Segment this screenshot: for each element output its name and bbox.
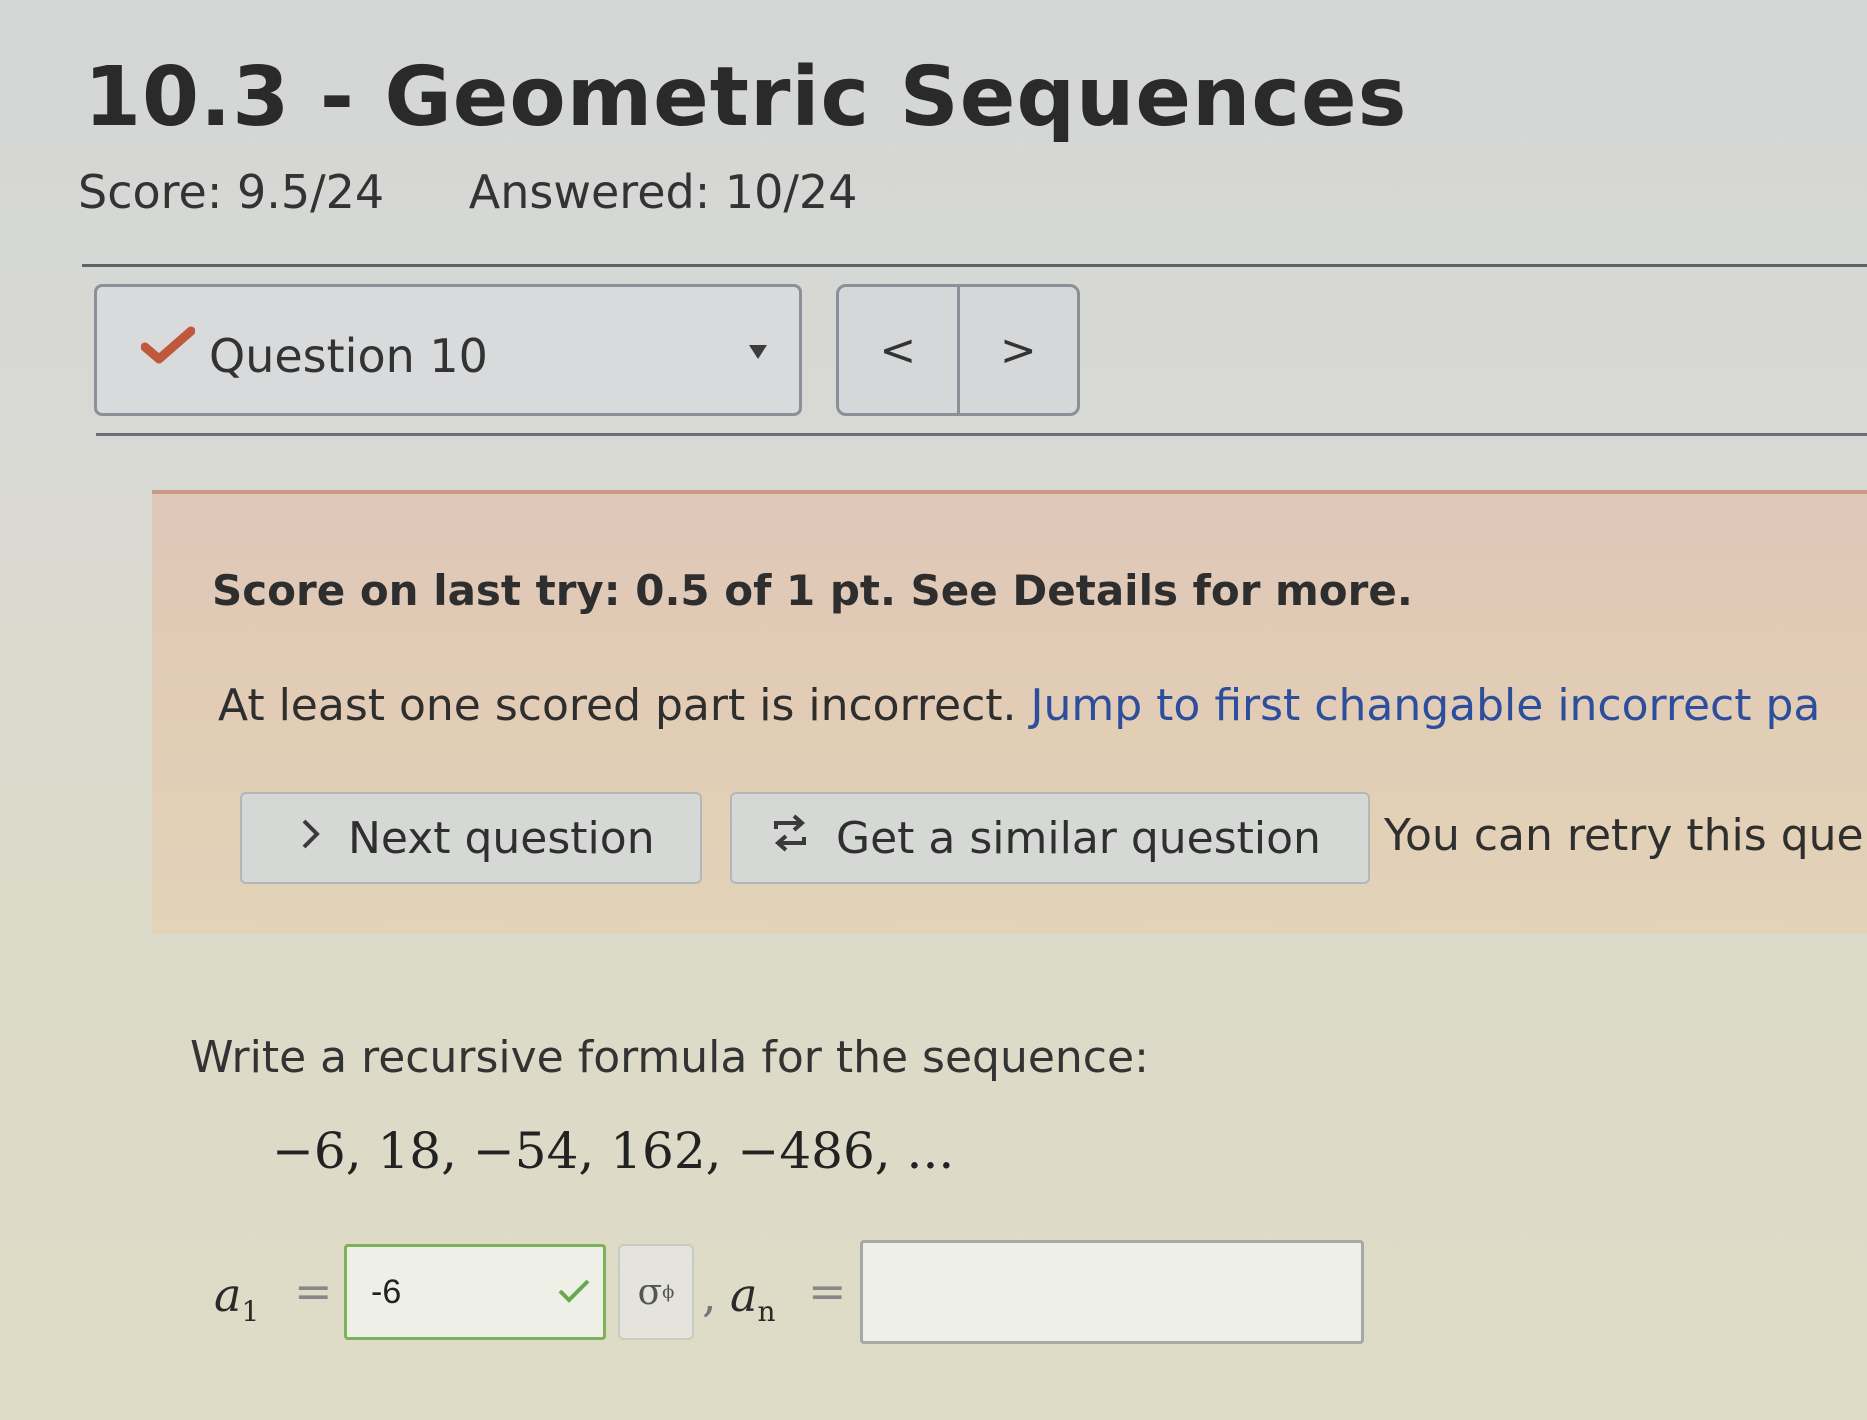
chevron-down-icon [749, 345, 767, 359]
a1-input[interactable]: -6 [344, 1244, 606, 1340]
incorrect-text: At least one scored part is incorrect. [218, 680, 1017, 731]
divider [96, 433, 1867, 436]
a1-label: a1 [214, 1268, 260, 1329]
comma: , [702, 1268, 717, 1322]
page-title: 10.3 - Geometric Sequences [84, 50, 1408, 145]
next-question-button[interactable]: Next question [240, 792, 702, 884]
last-try-score: Score on last try: 0.5 of 1 pt. See Deta… [212, 566, 1413, 615]
score-text: Score: 9.5/24 [78, 165, 385, 219]
checkmark-icon [140, 325, 196, 369]
sequence-terms: −6, 18, −54, 162, −486, ... [272, 1122, 955, 1180]
an-input[interactable] [860, 1240, 1364, 1344]
feedback-panel: Score on last try: 0.5 of 1 pt. See Deta… [152, 490, 1867, 934]
chevron-right-icon: > [999, 324, 1037, 376]
question-select[interactable]: Question 10 [94, 284, 802, 416]
score-summary: Score: 9.5/24 Answered: 10/24 [78, 165, 857, 219]
retry-icon [770, 813, 810, 863]
question-select-label: Question 10 [209, 329, 488, 383]
retry-text: You can retry this que [1384, 810, 1864, 861]
chevron-right-icon [300, 815, 322, 861]
a1-value: -6 [371, 1273, 402, 1311]
incorrect-notice: At least one scored part is incorrect. J… [218, 680, 1820, 731]
divider [82, 264, 1867, 267]
math-editor-icon[interactable]: σϕ [618, 1244, 694, 1340]
next-question-label: Next question [348, 812, 655, 864]
question-prompt: Write a recursive formula for the sequen… [190, 1032, 1149, 1083]
question-pager: < > [836, 284, 1080, 416]
jump-to-incorrect-link[interactable]: Jump to first changable incorrect pa [1031, 680, 1821, 731]
similar-question-button[interactable]: Get a similar question [730, 792, 1370, 884]
an-label: an [730, 1268, 776, 1329]
chevron-left-icon: < [879, 324, 917, 376]
checkmark-icon [557, 1277, 591, 1309]
answered-text: Answered: 10/24 [468, 165, 858, 219]
equals-sign: = [294, 1264, 333, 1318]
previous-question-button[interactable]: < [839, 287, 960, 413]
answer-row: a1 = -6 σϕ , an = [0, 1240, 1867, 1354]
equals-sign: = [808, 1264, 847, 1318]
next-question-arrow-button[interactable]: > [960, 287, 1078, 413]
similar-question-label: Get a similar question [836, 812, 1321, 864]
